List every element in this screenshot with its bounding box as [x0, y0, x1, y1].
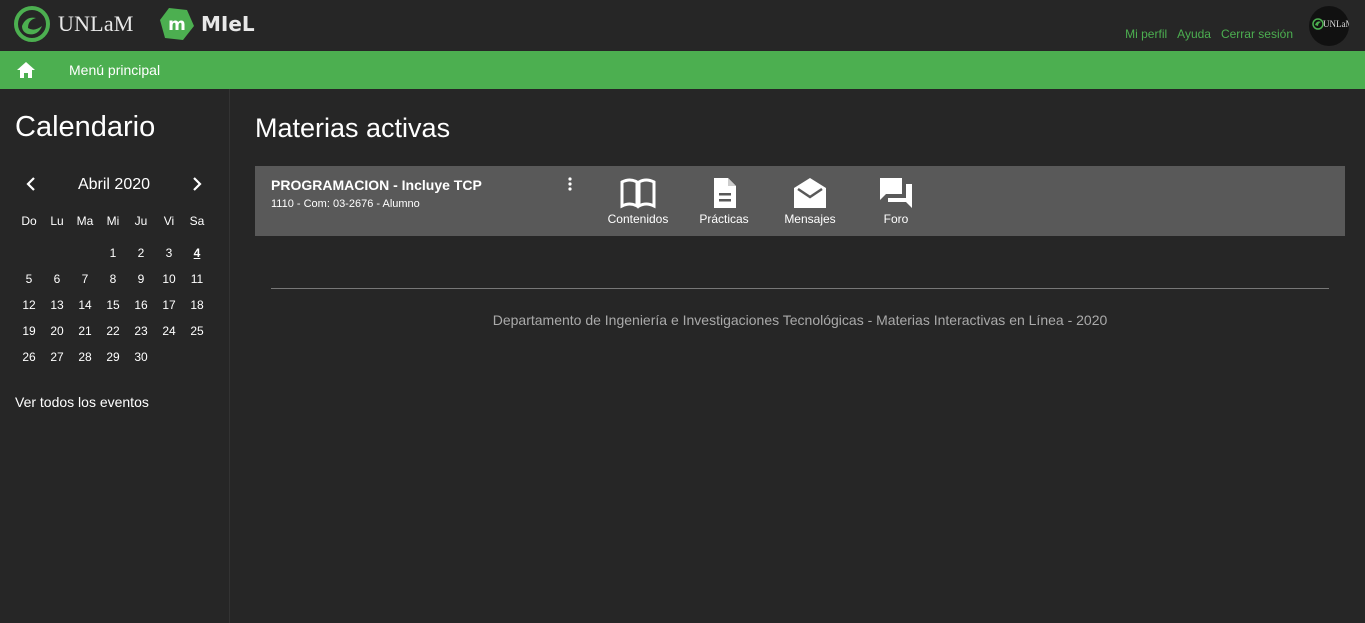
calendar-day[interactable]: 26 [15, 348, 43, 374]
calendar-day[interactable]: 7 [71, 270, 99, 296]
calendar-day[interactable]: 20 [43, 322, 71, 348]
contents-label: Contenidos [607, 212, 669, 226]
calendar-days: 1 2 3 4 5 6 7 8 9 10 11 12 13 14 15 16 17 18 19 20 21 22 23 24 2… [15, 244, 211, 374]
calendar-day[interactable]: 19 [15, 322, 43, 348]
calendar-day[interactable]: 27 [43, 348, 71, 374]
view-all-events-link[interactable]: Ver todos los eventos [15, 394, 149, 410]
book-icon [620, 178, 656, 209]
calendar-day[interactable]: 2 [127, 244, 155, 270]
footer-divider [271, 288, 1329, 289]
calendar-empty-cell [71, 244, 99, 270]
unlam-logo-icon[interactable] [14, 6, 50, 42]
calendar-weekday-row: Do Lu Ma Mi Ju Vi Sa [15, 212, 211, 244]
messages-label: Mensajes [784, 212, 836, 226]
course-meta: 1110 - Com: 03-2676 - Alumno [271, 198, 420, 210]
calendar-week-row: 26 27 28 29 30 [15, 348, 211, 374]
calendar-day[interactable]: 11 [183, 270, 211, 296]
home-icon[interactable] [16, 60, 36, 80]
calendar-day[interactable]: 14 [71, 296, 99, 322]
chevron-left-icon[interactable] [24, 176, 38, 192]
weekday-label: Mi [106, 214, 120, 228]
page-title: Materias activas [255, 113, 451, 143]
practices-label: Prácticas [699, 212, 749, 226]
calendar-day[interactable]: 17 [155, 296, 183, 322]
miel-badge-letter: m [168, 15, 186, 35]
calendar-day[interactable]: 21 [71, 322, 99, 348]
sidebar: Calendario Abril 2020 Do Lu Ma Mi Ju Vi … [0, 89, 230, 623]
forum-label: Foro [883, 212, 909, 226]
calendar-week-row: 5 6 7 8 9 10 11 [15, 270, 211, 296]
mail-open-icon [794, 178, 826, 208]
contents-button[interactable]: Contenidos [598, 176, 678, 226]
calendar-day[interactable]: 25 [183, 322, 211, 348]
course-name[interactable]: PROGRAMACION - Incluye TCP [271, 177, 482, 193]
calendar-day[interactable]: 5 [15, 270, 43, 296]
calendar-day[interactable]: 4 [183, 244, 211, 270]
calendar-month-label: Abril 2020 [77, 176, 151, 193]
unlam-logo-text: UNLaM [58, 11, 134, 36]
practices-button[interactable]: Prácticas [684, 176, 764, 226]
profile-link[interactable]: Mi perfil [1125, 27, 1167, 41]
calendar-day[interactable]: 23 [127, 322, 155, 348]
weekday-label: Do [21, 214, 37, 228]
calendar-week-row: 1234 [15, 244, 211, 270]
weekday-label: Vi [163, 214, 175, 228]
miel-logo-icon[interactable]: m [159, 6, 195, 42]
calendar-day[interactable]: 30 [127, 348, 155, 374]
help-link[interactable]: Ayuda [1177, 27, 1211, 41]
calendar-week-row: 19 20 21 22 23 24 25 [15, 322, 211, 348]
messages-button[interactable]: Mensajes [770, 176, 850, 226]
calendar-empty-cell [155, 348, 183, 374]
calendar-day[interactable]: 8 [99, 270, 127, 296]
avatar[interactable]: UNLaM [1309, 6, 1349, 46]
calendar-day[interactable]: 13 [43, 296, 71, 322]
document-icon [714, 178, 736, 208]
calendar-week-row: 12 13 14 15 16 17 18 [15, 296, 211, 322]
miel-logo-text: MIeL [201, 12, 255, 36]
forum-icon [880, 178, 912, 208]
calendar-day[interactable]: 15 [99, 296, 127, 322]
calendar-day[interactable]: 12 [15, 296, 43, 322]
calendar-empty-cell [15, 244, 43, 270]
course-card: PROGRAMACION - Incluye TCP 1110 - Com: 0… [255, 166, 1345, 236]
avatar-text: UNLaM [1323, 19, 1349, 29]
chevron-right-icon[interactable] [190, 176, 204, 192]
calendar-day[interactable]: 9 [127, 270, 155, 296]
calendar-grid: Do Lu Ma Mi Ju Vi Sa 1 2 3 4 5 6 7 8 9 10 11 12 13 14… [15, 212, 211, 374]
header: UNLaM m MIeL Mi perfil Ayuda Cerrar sesi… [0, 0, 1365, 51]
calendar-day[interactable]: 1 [99, 244, 127, 270]
weekday-label: Ma [76, 214, 94, 228]
weekday-label: Lu [50, 214, 64, 228]
logout-link[interactable]: Cerrar sesión [1221, 27, 1293, 41]
footer-text: Departamento de Ingeniería e Investigaci… [492, 312, 1108, 328]
calendar-empty-cell [43, 244, 71, 270]
forum-button[interactable]: Foro [856, 176, 936, 226]
calendar-day[interactable]: 28 [71, 348, 99, 374]
calendar-empty-cell [183, 348, 211, 374]
calendar-day[interactable]: 10 [155, 270, 183, 296]
top-links: Mi perfil Ayuda Cerrar sesión [1125, 27, 1293, 41]
calendar-day[interactable]: 6 [43, 270, 71, 296]
calendar-day[interactable]: 24 [155, 322, 183, 348]
weekday-label: Ju [134, 214, 148, 228]
calendar-day[interactable]: 16 [127, 296, 155, 322]
main-navbar: Menú principal [0, 51, 1365, 89]
weekday-label: Sa [189, 214, 205, 228]
main-menu-link[interactable]: Menú principal [69, 62, 160, 78]
calendar-day[interactable]: 3 [155, 244, 183, 270]
calendar-day[interactable]: 18 [183, 296, 211, 322]
calendar-title: Calendario [15, 111, 156, 143]
more-options-icon[interactable] [566, 176, 574, 192]
calendar-day[interactable]: 22 [99, 322, 127, 348]
calendar-day[interactable]: 29 [99, 348, 127, 374]
